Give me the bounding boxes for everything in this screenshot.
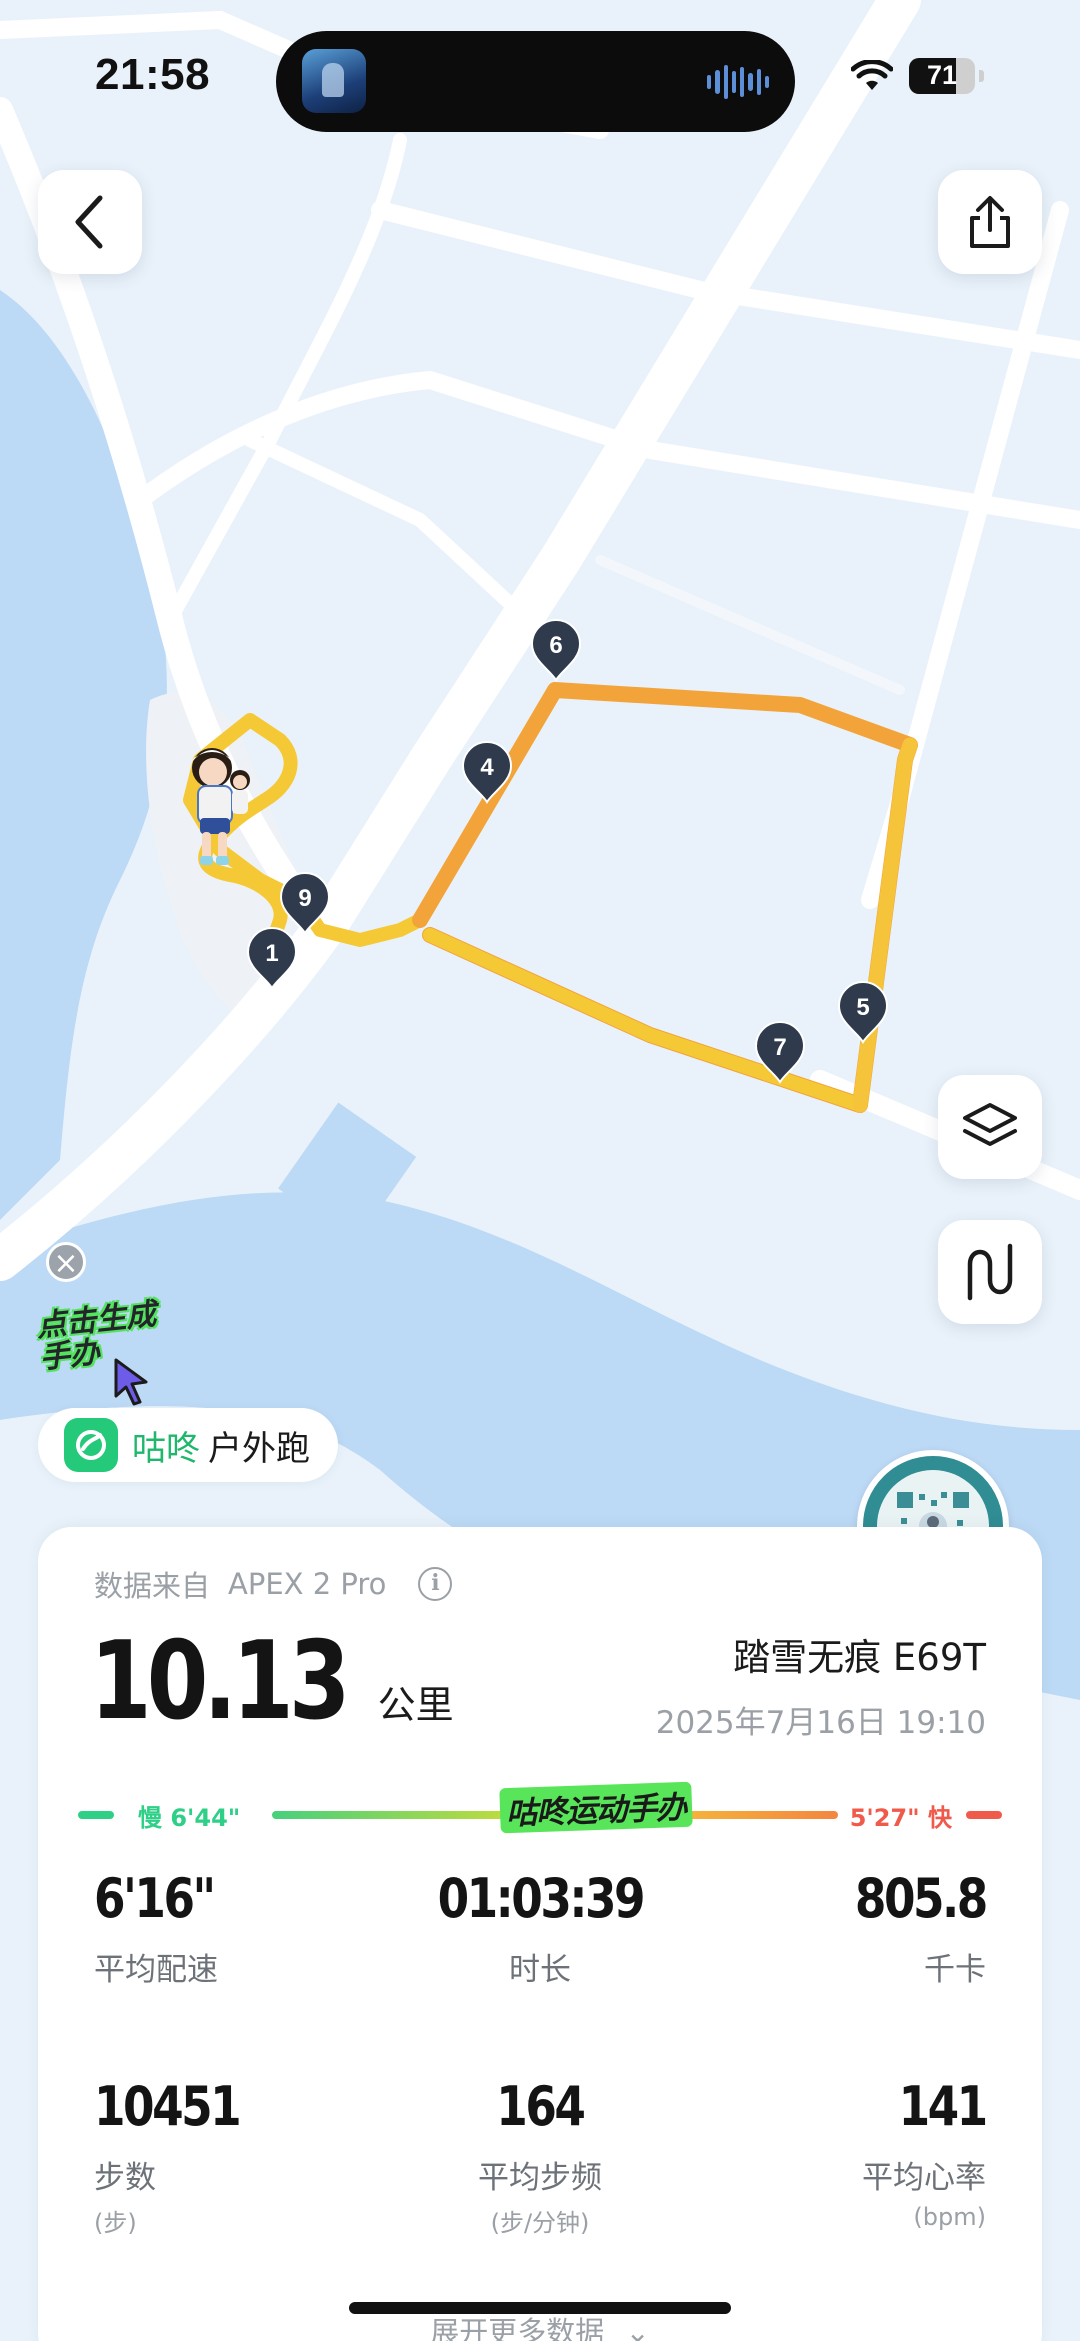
stat-label: 步数: [94, 2160, 156, 2196]
chevron-down-icon: ⌄: [625, 2315, 650, 2341]
stat-value: 6'16": [94, 1867, 216, 1930]
distance-unit: 公里: [377, 1683, 454, 1727]
status-indicators: 71: [851, 58, 984, 94]
stat-avg-pace: 6'16" 平均配速: [94, 1867, 391, 1989]
stat-unit: (步/分钟): [490, 2209, 590, 2237]
map-layers-button[interactable]: [938, 1075, 1042, 1179]
runner-figure-icon: [192, 748, 250, 865]
close-icon: ×: [53, 1246, 79, 1281]
distance-value: 10.13: [90, 1619, 350, 1744]
workout-datetime: 2025年7月16日 19:10: [655, 1705, 986, 1741]
activity-brand: 咕咚: [132, 1428, 200, 1469]
stat-duration: 01:03:39 时长: [391, 1867, 688, 1989]
status-time: 21:58: [95, 50, 211, 99]
km-marker-label: 4: [480, 754, 494, 781]
runner-avatar: [180, 742, 258, 872]
expand-more-label: 展开更多数据: [430, 2315, 605, 2341]
stat-label: 平均步频: [477, 2160, 602, 2196]
stat-steps: 10451 步数 (步): [94, 2075, 391, 2238]
stat-label: 平均心率: [862, 2160, 986, 2196]
stat-unit: (bpm): [913, 2203, 986, 2231]
cursor-icon: [114, 1358, 148, 1406]
stat-value: 805.8: [855, 1867, 988, 1930]
km-marker-label: 6: [549, 632, 562, 659]
stat-label: 平均配速: [94, 1952, 218, 1988]
route-toggle-button[interactable]: [938, 1220, 1042, 1324]
stat-value: 141: [898, 2075, 989, 2138]
device-name: APEX 2 Pro: [228, 1567, 387, 1601]
km-marker-label: 5: [856, 994, 869, 1021]
figurine-sticker[interactable]: 咕咚运动手办: [499, 1781, 693, 1834]
activity-type: 户外跑: [208, 1428, 310, 1469]
distance-block: 10.13 公里: [90, 1619, 454, 1744]
chevron-left-icon: [75, 195, 103, 249]
ad-close-button[interactable]: ×: [46, 1242, 86, 1282]
activity-chip: 咕咚 户外跑: [38, 1408, 338, 1482]
pace-slow-label: 慢 6'44": [138, 1804, 241, 1832]
codoon-logo-icon: [64, 1418, 118, 1472]
stat-value: 164: [496, 2075, 586, 2138]
info-icon[interactable]: i: [418, 1567, 453, 1601]
wifi-icon: [851, 60, 893, 90]
battery-icon: 71: [909, 58, 975, 94]
stats-row-2: 10451 步数 (步) 164 平均步频 (步/分钟) 141 平均心率 (b…: [94, 2075, 989, 2238]
back-button[interactable]: [38, 170, 142, 274]
km-marker-label: 9: [298, 885, 311, 912]
data-source: 数据来自 APEX 2 Pro i: [94, 1563, 453, 1605]
stat-unit: (步): [94, 2209, 137, 2237]
pace-slow-cap: [78, 1811, 114, 1819]
share-button[interactable]: [938, 170, 1042, 274]
km-marker-label: 1: [265, 940, 278, 967]
stat-value: 01:03:39: [437, 1867, 645, 1930]
battery-percent: 71: [926, 60, 958, 90]
route-icon: [967, 1243, 1013, 1301]
stat-heart-rate: 141 平均心率 (bpm): [689, 2075, 989, 2238]
shoe-name[interactable]: 踏雪无痕 E69T: [733, 1627, 986, 1681]
share-icon: [970, 196, 1010, 248]
stat-label: 千卡: [924, 1952, 986, 1988]
stat-value: 10451: [94, 2075, 242, 2138]
km-marker-label: 7: [773, 1034, 786, 1061]
home-indicator[interactable]: [349, 2302, 731, 2314]
pace-fast-cap: [966, 1811, 1002, 1819]
pace-legend: 慢 6'44" 咕咚运动手办 5'27" 快: [78, 1781, 1002, 1837]
stat-label: 时长: [508, 1952, 571, 1988]
workout-summary-card: 数据来自 APEX 2 Pro i 10.13 公里 踏雪无痕 E69T 202…: [38, 1527, 1042, 2341]
data-source-label: 数据来自: [94, 1569, 211, 1603]
dynamic-island[interactable]: [276, 31, 795, 132]
pace-fast-label: 5'27" 快: [849, 1804, 952, 1832]
battery-cap: [979, 70, 984, 82]
stats-row-1: 6'16" 平均配速 01:03:39 时长 805.8 千卡: [94, 1867, 989, 1989]
now-playing-artwork: [302, 49, 366, 113]
audio-wave-icon: [707, 65, 769, 99]
stat-cadence: 164 平均步频 (步/分钟): [391, 2075, 688, 2238]
layers-icon: [963, 1103, 1017, 1146]
stat-calories: 805.8 千卡: [689, 1867, 988, 1989]
